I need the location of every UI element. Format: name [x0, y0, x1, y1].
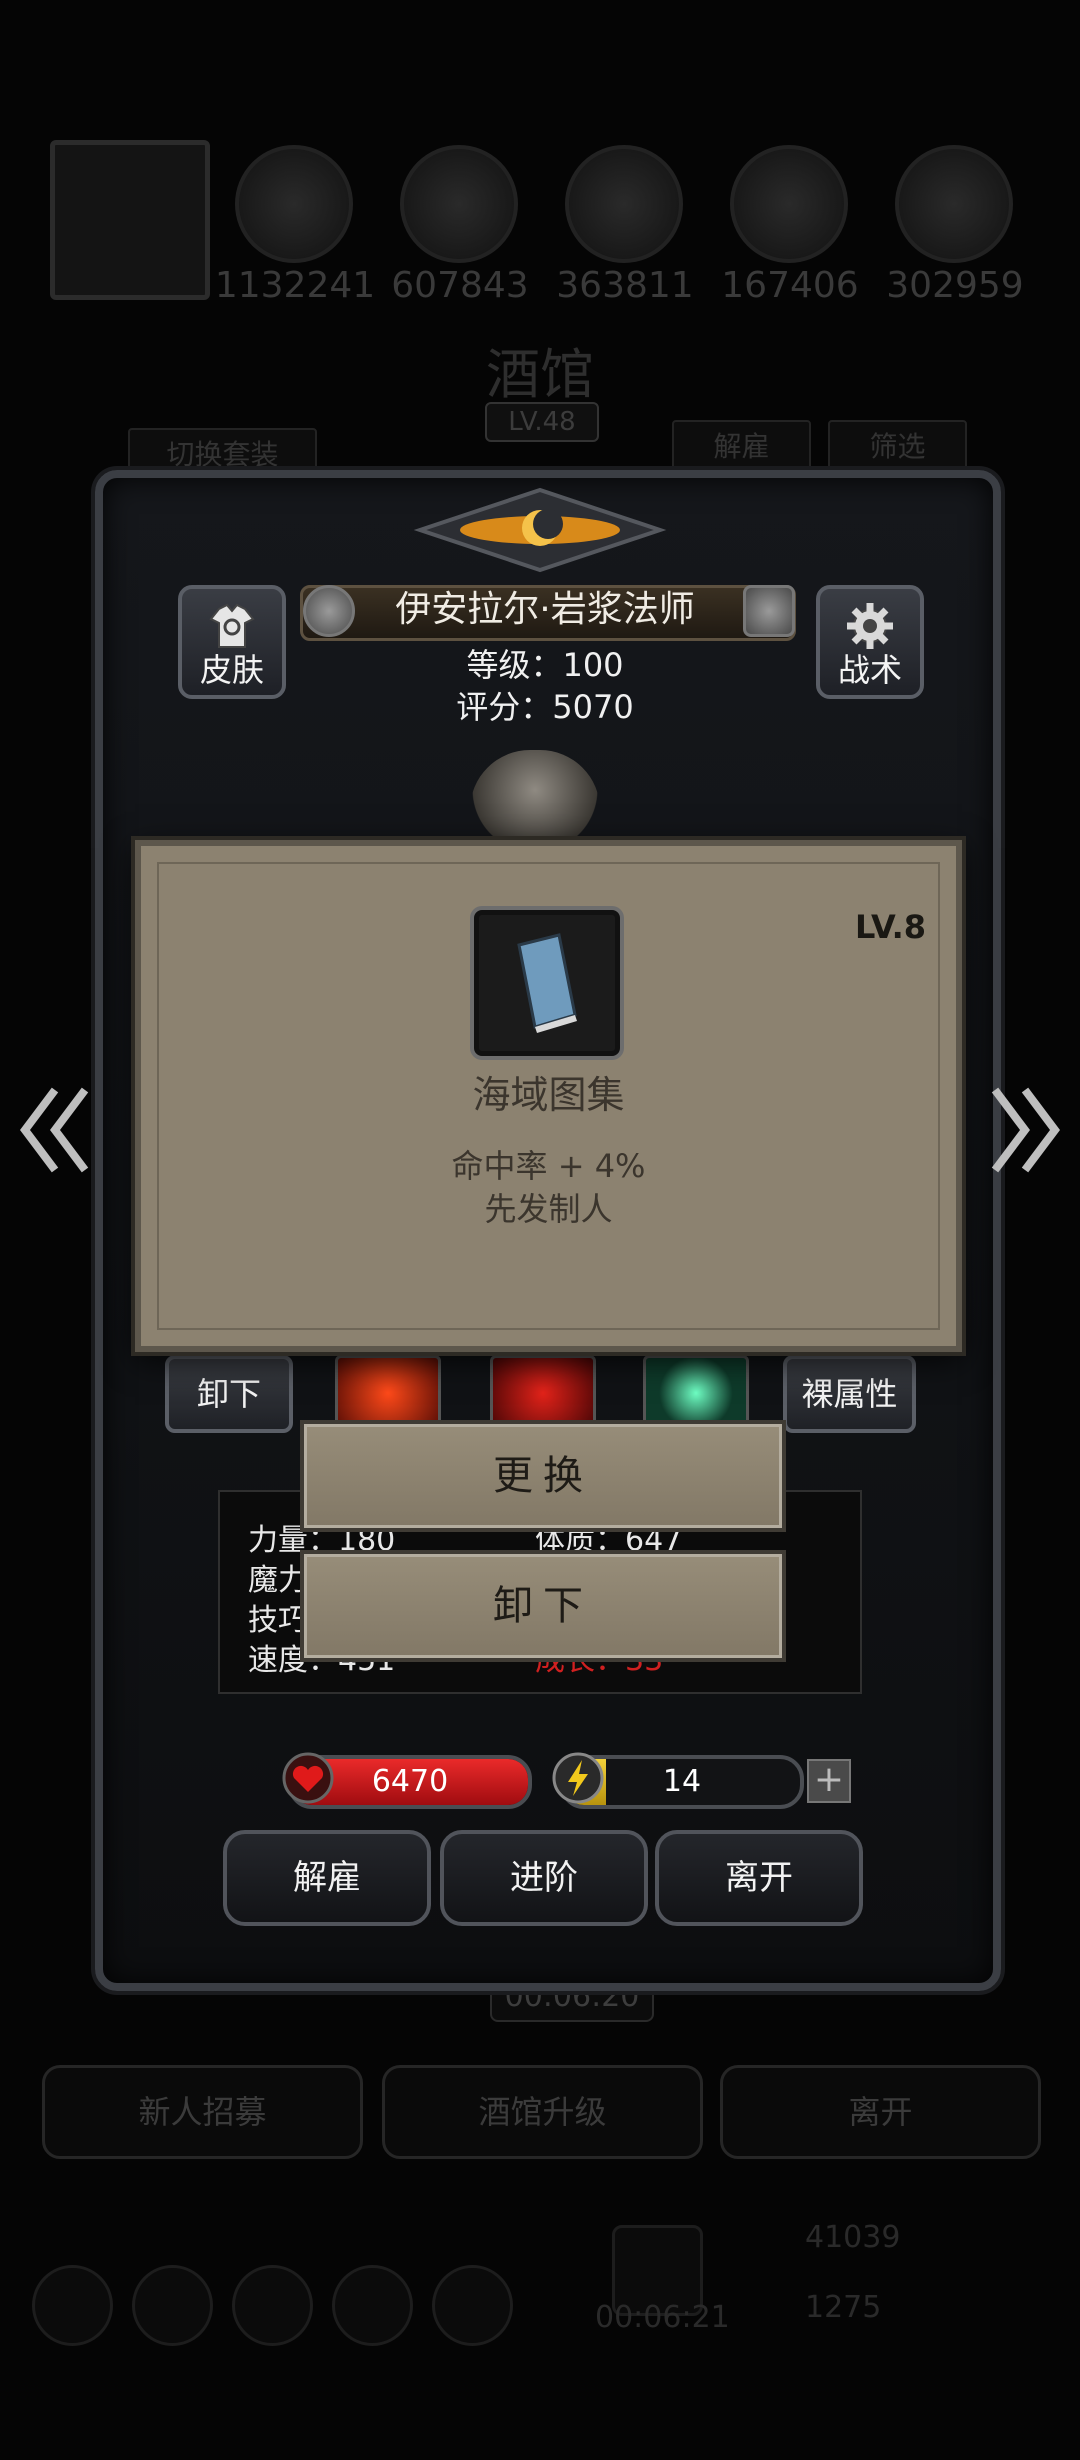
- prev-hero-arrow-icon[interactable]: [15, 1080, 95, 1180]
- tactics-button[interactable]: 战术: [816, 585, 924, 699]
- skin-button[interactable]: 皮肤: [178, 585, 286, 699]
- tactics-label: 战术: [837, 651, 902, 689]
- resource-count-1: 1132241: [214, 265, 376, 306]
- item-detail-popup: LV.8 海域图集 命中率 + 4% 先发制人: [135, 840, 962, 1352]
- gear-icon: [847, 603, 893, 649]
- bg-dismiss-button[interactable]: 解雇: [672, 420, 811, 474]
- resource-icon-5: [895, 145, 1013, 263]
- attr-skill: 技巧: [248, 1603, 308, 1638]
- resource-count-4: 167406: [721, 265, 859, 306]
- atlas-book-icon: [517, 933, 577, 1033]
- gem-count: 1275: [805, 2290, 882, 2325]
- hero-score: 评分：5070: [456, 688, 634, 726]
- footer-icon-4[interactable]: [332, 2265, 413, 2346]
- leave-button[interactable]: 离开: [655, 1830, 863, 1926]
- unequip-item-button[interactable]: 卸下: [300, 1550, 786, 1662]
- item-name: 海域图集: [472, 1073, 625, 1117]
- resource-icon-4: [730, 145, 848, 263]
- resource-count-3: 363811: [556, 265, 694, 306]
- advance-hero-button[interactable]: 进阶: [440, 1830, 648, 1926]
- skin-label: 皮肤: [199, 651, 264, 689]
- resource-icon-2: [400, 145, 518, 263]
- hero-level: 等级：100: [466, 646, 624, 684]
- player-avatar[interactable]: [50, 140, 210, 300]
- naked-attributes-button[interactable]: 裸属性: [783, 1355, 916, 1433]
- tavern-upgrade-button[interactable]: 酒馆升级: [382, 2065, 703, 2159]
- unequip-all-button[interactable]: 卸下: [165, 1355, 293, 1433]
- dismiss-hero-button[interactable]: 解雇: [223, 1830, 431, 1926]
- resource-bar: 1132241 607843 363811 167406 302959: [40, 140, 1040, 320]
- resource-count-2: 607843: [391, 265, 529, 306]
- filter-button[interactable]: 筛选: [828, 420, 967, 474]
- page-title: 酒馆: [486, 343, 594, 406]
- add-energy-button[interactable]: +: [807, 1759, 851, 1803]
- resource-icon-3: [565, 145, 683, 263]
- footer-icon-3[interactable]: [232, 2265, 313, 2346]
- hero-portrait: [470, 750, 600, 850]
- tavern-level-badge: LV.48: [485, 402, 599, 442]
- item-effect-first-strike: 先发制人: [484, 1190, 613, 1228]
- heart-icon: [282, 1752, 334, 1804]
- attr-magic: 魔力: [248, 1563, 308, 1598]
- gold-count: 41039: [805, 2220, 901, 2255]
- item-level: LV.8: [854, 908, 926, 946]
- footer-icon-2[interactable]: [132, 2265, 213, 2346]
- footer-timer: 00:06:21: [595, 2300, 730, 2335]
- resource-icon-1: [235, 145, 353, 263]
- footer-icon-1[interactable]: [32, 2265, 113, 2346]
- item-icon-frame: [474, 910, 620, 1056]
- lightning-icon: [552, 1752, 604, 1804]
- crest-ornament: [413, 487, 667, 573]
- item-effect-hit-rate: 命中率 + 4%: [451, 1147, 646, 1185]
- hero-name: 伊安拉尔·岩浆法师: [395, 589, 695, 630]
- footer-icon-5[interactable]: [432, 2265, 513, 2346]
- resource-count-5: 302959: [886, 265, 1024, 306]
- replace-equipment-button[interactable]: 更换: [300, 1420, 786, 1532]
- shirt-icon: [209, 603, 255, 648]
- bg-leave-button[interactable]: 离开: [720, 2065, 1041, 2159]
- next-hero-arrow-icon[interactable]: [985, 1080, 1065, 1180]
- new-recruit-button[interactable]: 新人招募: [42, 2065, 363, 2159]
